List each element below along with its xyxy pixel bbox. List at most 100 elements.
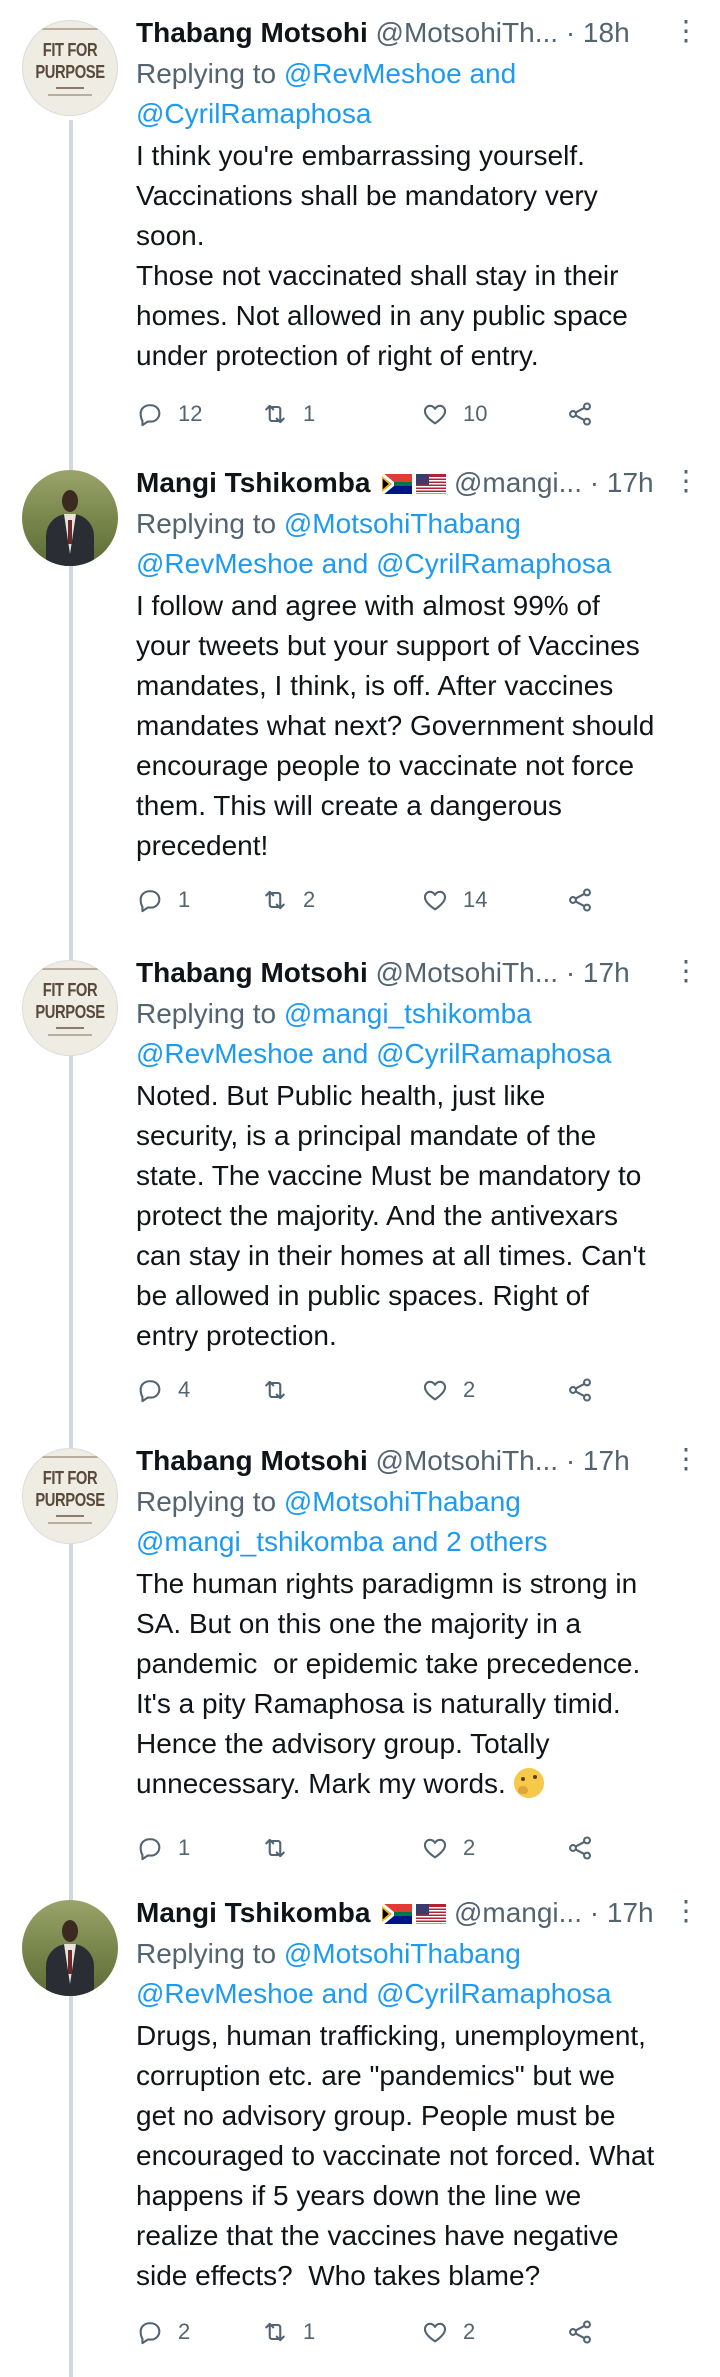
heart-icon bbox=[423, 1838, 447, 1859]
mention-link[interactable]: @MotsohiThabang bbox=[284, 1486, 521, 1517]
tweet-text: Drugs, human trafficking, unemployment, … bbox=[136, 2020, 655, 2291]
like-count: 14 bbox=[463, 887, 488, 912]
share-button[interactable] bbox=[566, 1828, 608, 1868]
author-name[interactable]: Mangi Tshikomba bbox=[136, 467, 370, 498]
reply-count: 12 bbox=[178, 401, 203, 426]
usa-flag-icon bbox=[416, 1904, 447, 1924]
avatar-logo-text-1: FIT FOR bbox=[42, 40, 98, 60]
retweet-count: 1 bbox=[303, 401, 316, 426]
more-options-icon[interactable]: ⋮ bbox=[672, 1442, 700, 1476]
avatar[interactable] bbox=[22, 470, 118, 566]
timestamp[interactable]: 17h bbox=[607, 1897, 654, 1928]
heart-icon bbox=[423, 404, 447, 425]
avatar[interactable]: FIT FOR PURPOSE bbox=[22, 960, 118, 1056]
timestamp[interactable]: 17h bbox=[607, 467, 654, 498]
like-button[interactable]: 2 bbox=[421, 2312, 475, 2352]
mention-link[interactable]: @RevMeshoe and @CyrilRamaphosa bbox=[136, 548, 612, 579]
retweet-button[interactable]: 2 bbox=[261, 880, 315, 920]
replying-to: Replying to @RevMeshoe and @CyrilRamapho… bbox=[136, 58, 517, 129]
tweet[interactable]: Mangi Tshikomba @mangi... · 17h ⋮ Replyi… bbox=[0, 450, 720, 946]
retweet-button[interactable] bbox=[261, 1828, 303, 1868]
timestamp[interactable]: 17h bbox=[583, 1445, 630, 1476]
mention-link[interactable]: @RevMeshoe and @CyrilRamaphosa bbox=[136, 1978, 612, 2009]
author-name[interactable]: Thabang Motsohi bbox=[136, 17, 368, 48]
more-options-icon[interactable]: ⋮ bbox=[672, 464, 700, 498]
tweet-header: Mangi Tshikomba @mangi... · 17h ⋮ bbox=[136, 464, 700, 500]
reply-button[interactable]: 1 bbox=[136, 1828, 190, 1868]
mention-link[interactable]: @RevMeshoe and @CyrilRamaphosa bbox=[136, 1038, 612, 1069]
mention-link[interactable]: @RevMeshoe and bbox=[284, 58, 516, 89]
author-name[interactable]: Mangi Tshikomba bbox=[136, 1897, 370, 1928]
separator-dot: · bbox=[589, 467, 600, 498]
reply-button[interactable]: 4 bbox=[136, 1370, 190, 1410]
replying-to: Replying to @MotsohiThabang @RevMeshoe a… bbox=[136, 508, 612, 579]
mention-link[interactable]: @mangi_tshikomba bbox=[284, 998, 532, 1029]
tweet-header: Thabang Motsohi @MotsohiTh... · 17h ⋮ bbox=[136, 1442, 700, 1478]
author-name[interactable]: Thabang Motsohi bbox=[136, 957, 368, 988]
like-button[interactable]: 10 bbox=[421, 394, 487, 434]
like-count: 2 bbox=[463, 1835, 476, 1860]
retweet-count: 2 bbox=[303, 887, 316, 912]
like-button[interactable]: 14 bbox=[421, 880, 487, 920]
tweet[interactable]: FIT FOR PURPOSE Thabang Motsohi @Motsohi… bbox=[0, 1428, 720, 1892]
heart-icon bbox=[423, 1380, 447, 1401]
like-button[interactable]: 2 bbox=[421, 1828, 475, 1868]
reply-button[interactable]: 1 bbox=[136, 880, 190, 920]
retweet-icon bbox=[265, 1380, 285, 1400]
tweet[interactable]: FIT FOR PURPOSE Thabang Motsohi @Motsohi… bbox=[0, 0, 720, 466]
replying-to: Replying to @MotsohiThabang @mangi_tshik… bbox=[136, 1486, 548, 1557]
more-options-icon[interactable]: ⋮ bbox=[672, 14, 700, 48]
reply-button[interactable]: 2 bbox=[136, 2312, 190, 2352]
tweet-header: Thabang Motsohi @MotsohiTh... · 17h ⋮ bbox=[136, 954, 700, 990]
replying-to: Replying to @MotsohiThabang @RevMeshoe a… bbox=[136, 1938, 612, 2009]
share-button[interactable] bbox=[566, 394, 608, 434]
tweet[interactable]: Mangi Tshikomba @mangi... · 17h ⋮ Replyi… bbox=[0, 1880, 720, 2377]
retweet-button[interactable] bbox=[261, 1370, 303, 1410]
tweet-actions: 1 2 14 bbox=[136, 880, 636, 920]
tweet-text: Noted. But Public health, just like secu… bbox=[136, 1080, 646, 1351]
timestamp[interactable]: 18h bbox=[583, 17, 630, 48]
author-handle[interactable]: @MotsohiTh... bbox=[376, 957, 558, 988]
tweet-actions: 4 2 bbox=[136, 1370, 636, 1410]
reply-count: 4 bbox=[178, 1377, 191, 1402]
like-count: 2 bbox=[463, 2319, 476, 2344]
timestamp[interactable]: 17h bbox=[583, 957, 630, 988]
mention-link[interactable]: @mangi_tshikomba and 2 others bbox=[136, 1526, 547, 1557]
author-handle[interactable]: @mangi... bbox=[454, 467, 582, 498]
avatar[interactable]: FIT FOR PURPOSE bbox=[22, 1448, 118, 1544]
mention-link[interactable]: @CyrilRamaphosa bbox=[136, 98, 371, 129]
avatar[interactable]: FIT FOR PURPOSE bbox=[22, 20, 118, 116]
more-options-icon[interactable]: ⋮ bbox=[672, 1894, 700, 1928]
south-africa-flag-icon bbox=[382, 474, 413, 494]
share-button[interactable] bbox=[566, 1370, 608, 1410]
share-button[interactable] bbox=[566, 880, 608, 920]
mention-link[interactable]: @MotsohiThabang bbox=[284, 508, 521, 539]
thinking-face-emoji-icon bbox=[513, 1768, 544, 1798]
share-icon bbox=[569, 888, 591, 912]
retweet-button[interactable]: 1 bbox=[261, 394, 315, 434]
avatar-logo-text-2: PURPOSE bbox=[35, 62, 105, 82]
author-handle[interactable]: @mangi... bbox=[454, 1897, 582, 1928]
mention-link[interactable]: @MotsohiThabang bbox=[284, 1938, 521, 1969]
replying-to: Replying to @mangi_tshikomba @RevMeshoe … bbox=[136, 998, 612, 1069]
tweet[interactable]: FIT FOR PURPOSE Thabang Motsohi @Motsohi… bbox=[0, 940, 720, 1436]
more-options-icon[interactable]: ⋮ bbox=[672, 954, 700, 988]
tweet-actions: 12 1 10 bbox=[136, 394, 636, 434]
retweet-icon bbox=[265, 404, 285, 424]
retweet-icon bbox=[265, 1838, 285, 1858]
author-handle[interactable]: @MotsohiTh... bbox=[376, 17, 558, 48]
retweet-button[interactable]: 1 bbox=[261, 2312, 315, 2352]
share-button[interactable] bbox=[566, 2312, 608, 2352]
avatar[interactable] bbox=[22, 1900, 118, 1996]
tweet-header: Mangi Tshikomba @mangi... · 17h ⋮ bbox=[136, 1894, 700, 1930]
tweet-text: The human rights paradigmn is strong in … bbox=[136, 1568, 641, 1799]
tweet-text: I follow and agree with almost 99% of yo… bbox=[136, 590, 655, 861]
reply-button[interactable]: 12 bbox=[136, 394, 202, 434]
author-name[interactable]: Thabang Motsohi bbox=[136, 1445, 368, 1476]
author-handle[interactable]: @MotsohiTh... bbox=[376, 1445, 558, 1476]
separator-dot: · bbox=[565, 957, 576, 988]
avatar-logo-text-2: PURPOSE bbox=[35, 1490, 105, 1510]
reply-icon bbox=[139, 1838, 161, 1861]
like-button[interactable]: 2 bbox=[421, 1370, 475, 1410]
separator-dot: · bbox=[589, 1897, 600, 1928]
